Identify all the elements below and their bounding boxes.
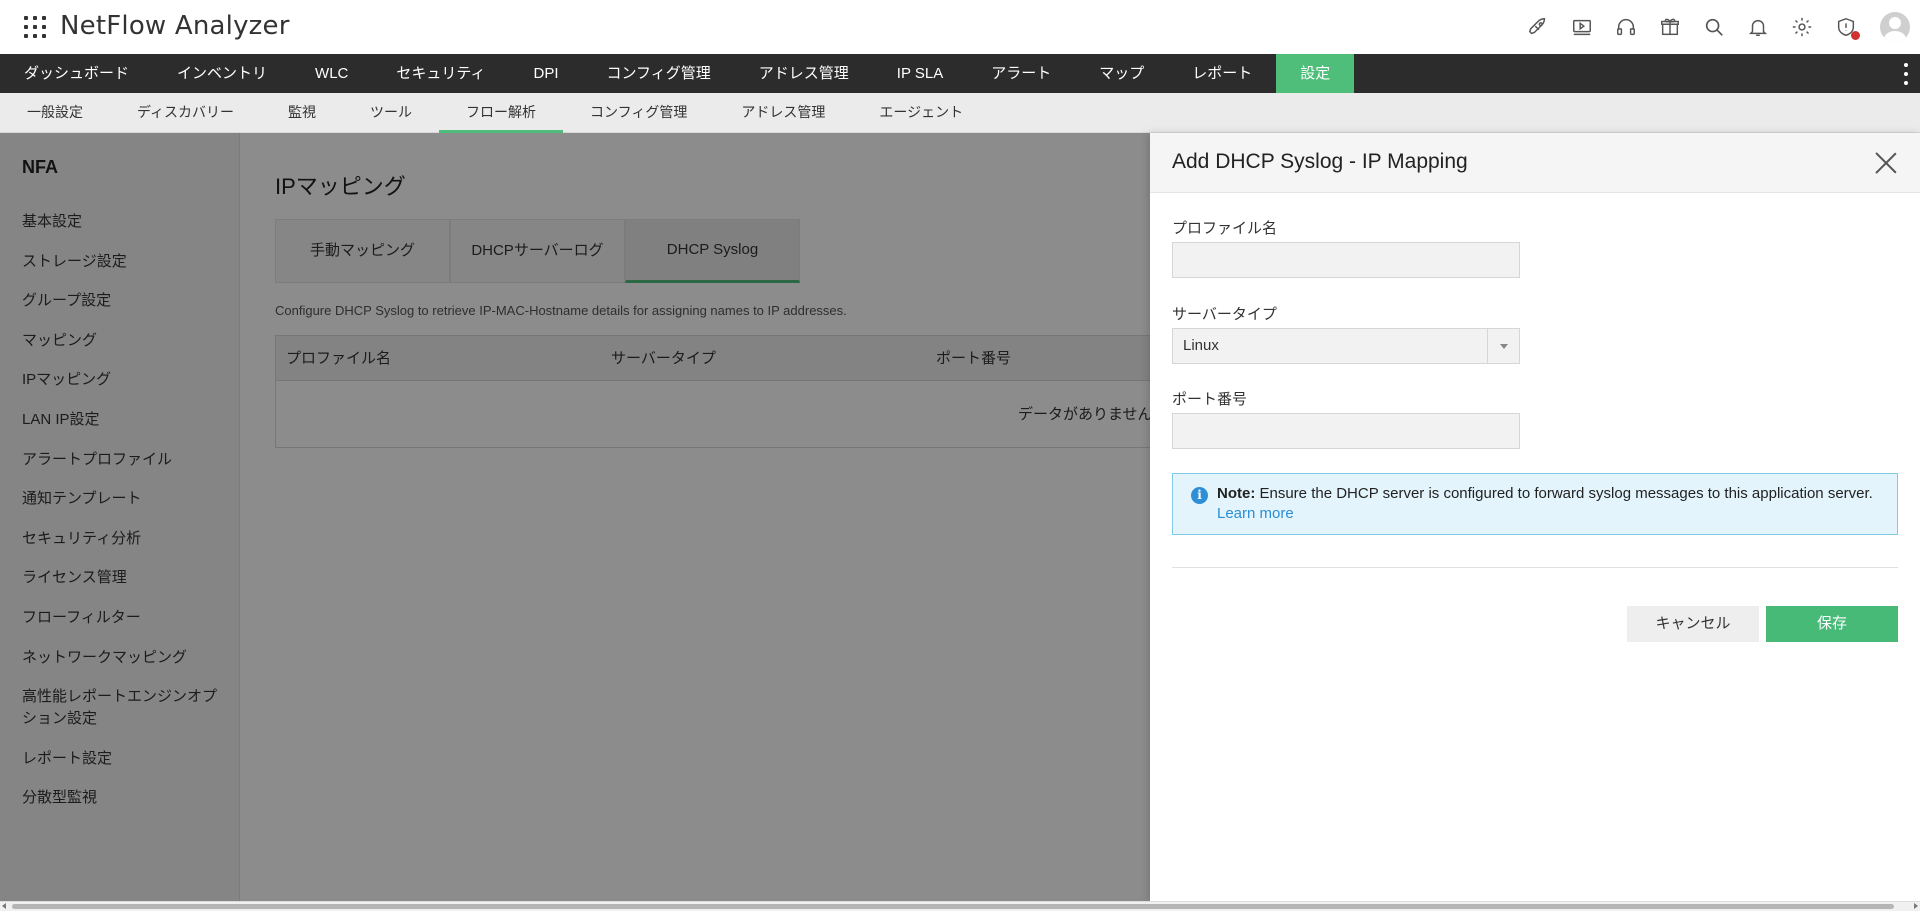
port-input[interactable]: [1172, 413, 1520, 449]
cancel-button[interactable]: キャンセル: [1627, 606, 1759, 642]
main-nav: ダッシュボード インベントリ WLC セキュリティ DPI コンフィグ管理 アド…: [0, 54, 1920, 93]
alert-dot: [1851, 31, 1860, 40]
dialog-header: Add DHCP Syslog - IP Mapping: [1150, 133, 1920, 193]
scroll-left-icon[interactable]: [2, 903, 6, 909]
note-text: Note: Ensure the DHCP server is configur…: [1217, 485, 1873, 502]
modal-overlay[interactable]: [0, 133, 1150, 903]
info-note: i Note: Ensure the DHCP server is config…: [1172, 473, 1898, 535]
headset-icon[interactable]: [1604, 0, 1648, 54]
server-type-label: サーバータイプ: [1172, 306, 1277, 323]
video-icon[interactable]: [1560, 0, 1604, 54]
dialog-title: Add DHCP Syslog - IP Mapping: [1172, 150, 1468, 173]
subnav-flow-analysis[interactable]: フロー解析: [439, 93, 564, 133]
nav-config[interactable]: コンフィグ管理: [583, 54, 735, 93]
nav-ipsla[interactable]: IP SLA: [873, 54, 967, 93]
subnav-config[interactable]: コンフィグ管理: [563, 93, 714, 133]
scroll-right-icon[interactable]: [1914, 903, 1918, 909]
rocket-icon[interactable]: [1516, 0, 1560, 54]
chevron-down-icon[interactable]: [1487, 329, 1519, 363]
nav-security[interactable]: セキュリティ: [372, 54, 509, 93]
subnav-tools[interactable]: ツール: [343, 93, 439, 133]
shield-alert-icon[interactable]: [1824, 0, 1868, 54]
port-label: ポート番号: [1172, 391, 1248, 408]
learn-more-link[interactable]: Learn more: [1217, 505, 1294, 522]
nav-wlc[interactable]: WLC: [291, 54, 372, 93]
more-menu-icon[interactable]: [1904, 63, 1910, 85]
nav-inventory[interactable]: インベントリ: [153, 54, 291, 93]
add-mapping-dialog: Add DHCP Syslog - IP Mapping プロファイル名 サーバ…: [1150, 133, 1920, 903]
note-prefix: Note:: [1217, 485, 1256, 502]
subnav-general[interactable]: 一般設定: [0, 93, 110, 133]
close-icon[interactable]: [1874, 151, 1898, 175]
horizontal-scrollbar[interactable]: [0, 901, 1920, 911]
gift-icon[interactable]: [1648, 0, 1692, 54]
avatar[interactable]: [1880, 12, 1910, 42]
profile-name-input[interactable]: [1172, 242, 1520, 278]
subnav-monitoring[interactable]: 監視: [261, 93, 343, 133]
search-icon[interactable]: [1692, 0, 1736, 54]
sub-nav: 一般設定 ディスカバリー 監視 ツール フロー解析 コンフィグ管理 アドレス管理…: [0, 93, 1920, 133]
app-grid-icon[interactable]: [22, 14, 48, 40]
subnav-discovery[interactable]: ディスカバリー: [110, 93, 261, 133]
header-icon-group: [1516, 0, 1920, 54]
profile-name-label: プロファイル名: [1172, 220, 1278, 237]
server-type-select[interactable]: Linux: [1172, 328, 1520, 364]
nav-settings[interactable]: 設定: [1276, 54, 1355, 93]
server-type-value: Linux: [1183, 337, 1219, 354]
nav-dpi[interactable]: DPI: [509, 54, 582, 93]
subnav-address[interactable]: アドレス管理: [714, 93, 852, 133]
app-title: NetFlow Analyzer: [60, 11, 290, 41]
note-body: Ensure the DHCP server is configured to …: [1255, 485, 1873, 502]
info-icon: i: [1191, 487, 1208, 504]
divider: [1172, 567, 1898, 568]
save-button[interactable]: 保存: [1766, 606, 1898, 642]
nav-address[interactable]: アドレス管理: [735, 54, 873, 93]
gear-icon[interactable]: [1780, 0, 1824, 54]
nav-alert[interactable]: アラート: [967, 54, 1075, 93]
top-header: NetFlow Analyzer: [0, 0, 1920, 54]
nav-report[interactable]: レポート: [1168, 54, 1276, 93]
scrollbar-thumb[interactable]: [12, 904, 1894, 909]
nav-dashboard[interactable]: ダッシュボード: [0, 54, 153, 93]
bell-icon[interactable]: [1736, 0, 1780, 54]
subnav-agent[interactable]: エージェント: [852, 93, 990, 133]
nav-map[interactable]: マップ: [1075, 54, 1168, 93]
